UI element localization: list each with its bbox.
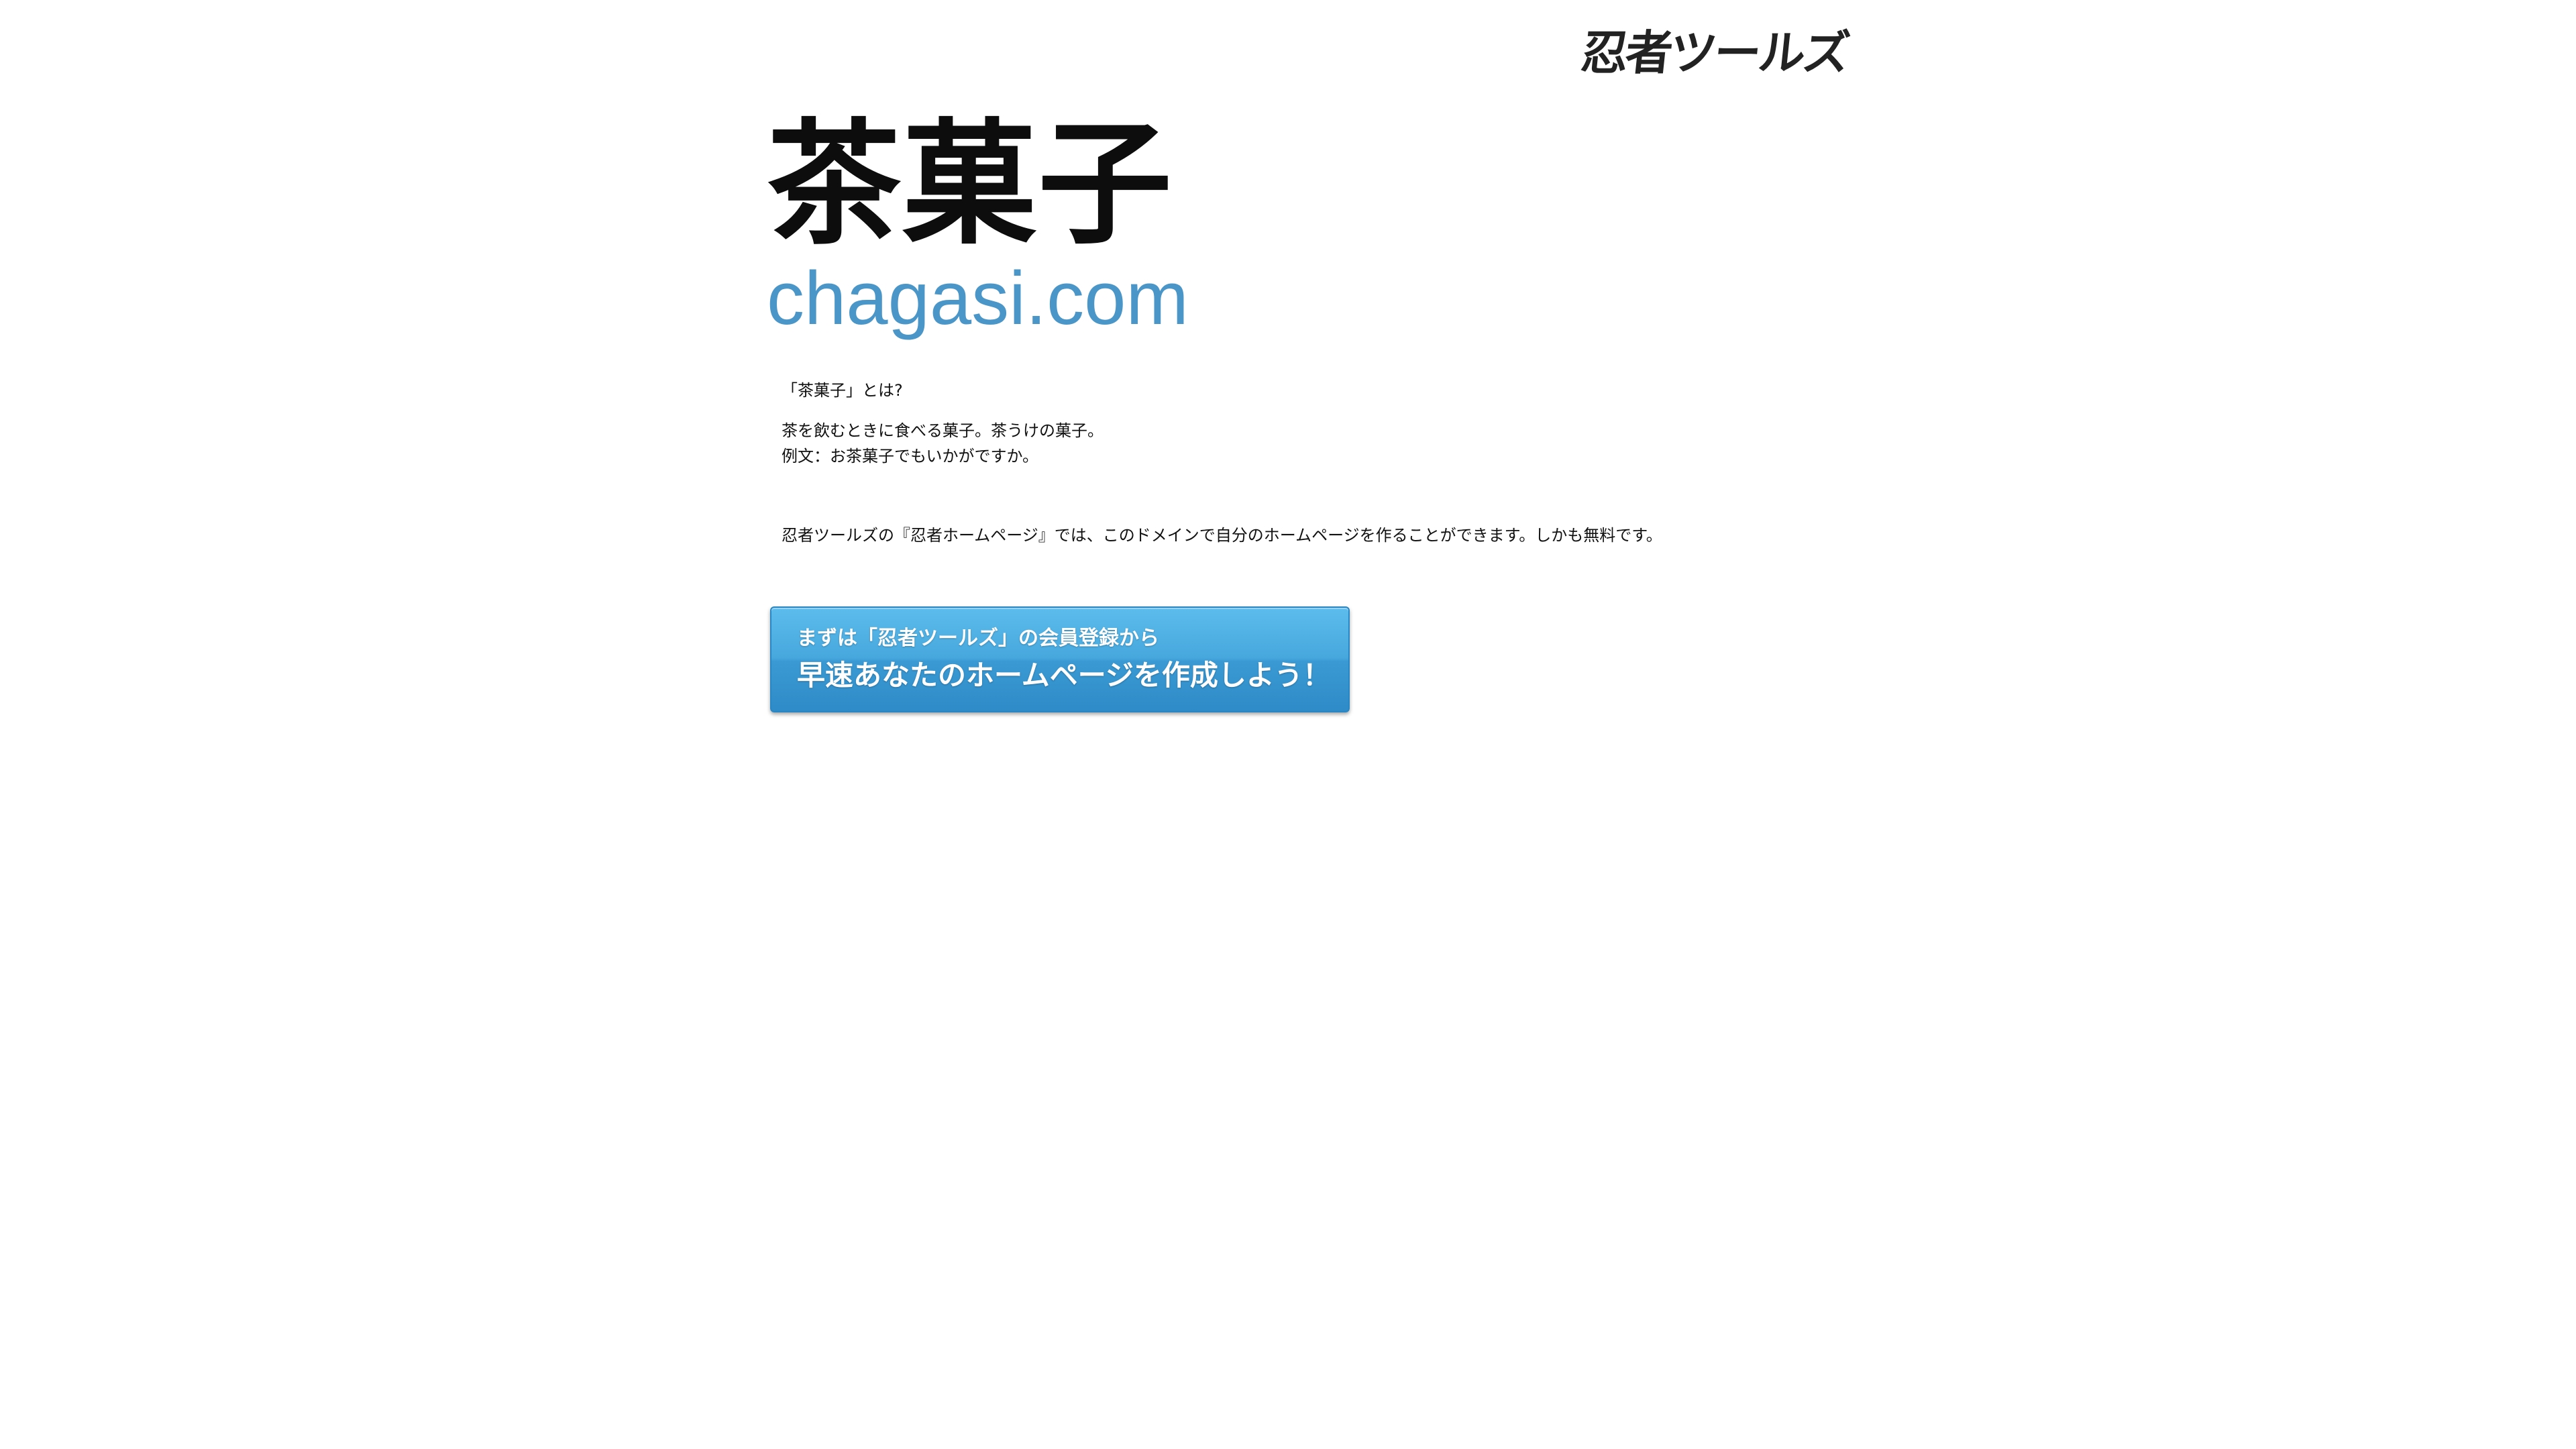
content-section: 「茶菓子」とは? 茶を飲むときに食べる菓子。茶うけの菓子。 例文：お茶菓子でもい… (782, 378, 2392, 548)
page: 忍者ツールズ 茶菓子 chagasi.com 「茶菓子」とは? 茶を飲むときに食… (0, 0, 2576, 1449)
site-header: 茶菓子 chagasi.com (767, 107, 1189, 342)
signup-cta-button[interactable]: まずは「忍者ツールズ」の会員登録から 早速あなたのホームページを作成しよう！ (770, 606, 1350, 712)
definition-example: 例文：お茶菓子でもいかがですか。 (782, 447, 1039, 466)
cta-line-2: 早速あなたのホームページを作成しよう！ (797, 659, 1331, 692)
site-title: 茶菓子 (767, 105, 1174, 263)
definition-heading: 「茶菓子」とは? (782, 381, 903, 400)
ninja-tools-logo[interactable]: 忍者ツールズ (1578, 19, 1850, 80)
definition-meaning: 茶を飲むときに食べる菓子。茶うけの菓子。 (782, 421, 1104, 440)
cta-line-1: まずは「忍者ツールズ」の会員登録から (797, 627, 1159, 650)
promo-text: 忍者ツールズの『忍者ホームページ』では、このドメインで自分のホームページを作るこ… (782, 526, 1662, 545)
domain-name[interactable]: chagasi.com (767, 255, 1189, 342)
